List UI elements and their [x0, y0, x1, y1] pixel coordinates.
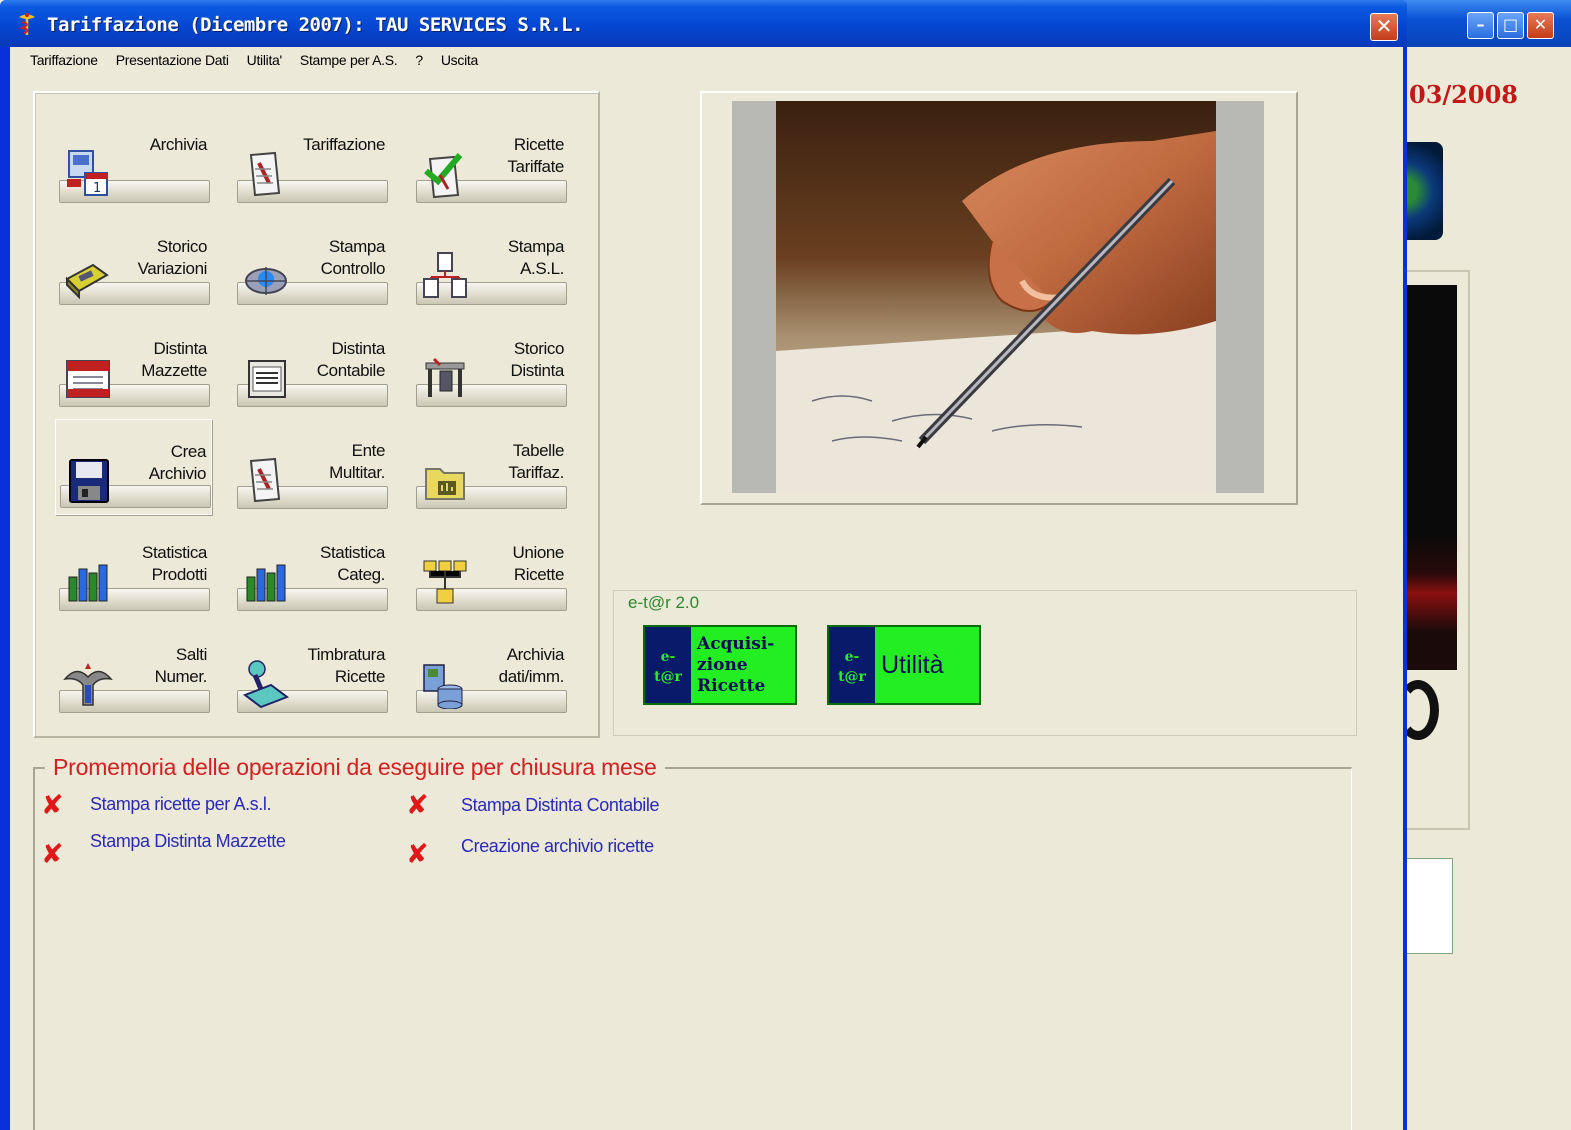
timbratura-ricette-label: Timbratura Ricette	[307, 645, 385, 686]
storico-distinta-button[interactable]: Storico Distinta	[412, 317, 569, 413]
archivia-button[interactable]: 1 Archivia	[55, 113, 212, 209]
window-title: Tariffazione (Dicembre 2007): TAU SERVIC…	[47, 14, 584, 36]
reminder-title: Promemoria delle operazioni da eseguire …	[45, 754, 665, 781]
storico-variazioni-label: Storico Variazioni	[137, 237, 208, 278]
unione-ricette-label: Unione Ricette	[512, 543, 565, 584]
titlebar[interactable]: Tariffazione (Dicembre 2007): TAU SERVIC…	[0, 0, 1407, 47]
statistica-categ-label: Statistica Categ.	[320, 543, 385, 584]
task-creazione-archivio-ricette[interactable]: Creazione archivio ricette	[461, 836, 654, 857]
not-done-x-icon: ✘	[41, 790, 64, 821]
crea-archivio-label: Crea Archivio	[148, 442, 207, 483]
statistica-categ-button[interactable]: Statistica Categ.	[233, 521, 390, 617]
ricette-tariffate-label: Ricette Tariffate	[507, 135, 564, 176]
tariffazione-label: Tariffazione	[303, 135, 385, 154]
hand-writing-photo	[732, 101, 1264, 493]
not-done-x-icon: ✘	[41, 839, 64, 870]
background-date: 03/2008	[1409, 80, 1518, 109]
stampa-asl-label: Stampa A.S.L.	[507, 237, 565, 278]
etar-logo-icon: e- t@r	[829, 627, 875, 703]
menu-help[interactable]: ?	[406, 47, 432, 75]
acquisizione-ricette-label: Acquisi- zione Ricette	[697, 633, 775, 696]
stampa-asl-button[interactable]: Stampa A.S.L.	[412, 215, 569, 311]
ricette-tariffate-button[interactable]: Ricette Tariffate	[412, 113, 569, 209]
archivia-dati-imm-button[interactable]: Archivia dati/imm.	[412, 623, 569, 719]
menu-presentazione-dati[interactable]: Presentazione Dati	[107, 47, 238, 75]
distinta-mazzette-label: Distinta Mazzette	[141, 339, 207, 380]
statistica-prodotti-label: Statistica Prodotti	[142, 543, 207, 584]
menu-uscita[interactable]: Uscita	[432, 47, 487, 75]
task-stampa-distinta-mazzette[interactable]: Stampa Distinta Mazzette	[90, 831, 286, 852]
etar-utilita-label: Utilità	[881, 650, 944, 679]
tabelle-tariffaz-label: Tabelle Tariffaz.	[508, 441, 564, 482]
pen-document-icon	[241, 149, 291, 199]
unione-ricette-button[interactable]: Unione Ricette	[412, 521, 569, 617]
month-closing-reminder: Promemoria delle operazioni da eseguire …	[33, 754, 1352, 1130]
background-window-titlebar: – □ ✕	[1395, 0, 1571, 47]
photo-frame	[700, 91, 1298, 505]
etar-utilita-button[interactable]: e- t@r Utilità	[827, 625, 981, 705]
ente-multitar-label: Ente Multitar.	[329, 441, 385, 482]
archivia-dati-imm-label: Archivia dati/imm.	[498, 645, 565, 686]
tabelle-tariffaz-button[interactable]: Tabelle Tariffaz.	[412, 419, 569, 515]
distinta-contabile-button[interactable]: Distinta Contabile	[233, 317, 390, 413]
etar-logo-icon: e- t@r	[645, 627, 691, 703]
task-stampa-ricette-asl[interactable]: Stampa ricette per A.s.l.	[90, 794, 271, 815]
minimize-button[interactable]: –	[1467, 12, 1494, 39]
salti-numer-label: Salti Numer.	[154, 645, 208, 686]
not-done-x-icon: ✘	[406, 790, 429, 821]
stampa-controllo-button[interactable]: Stampa Controllo	[233, 215, 390, 311]
ente-multitar-button[interactable]: Ente Multitar.	[233, 419, 390, 515]
etar-group: e-t@r 2.0 e- t@r Acquisi- zione Ricette …	[613, 590, 1357, 736]
timbratura-ricette-button[interactable]: Timbratura Ricette	[233, 623, 390, 719]
storico-variazioni-button[interactable]: Storico Variazioni	[55, 215, 212, 311]
menu-tariffazione[interactable]: Tariffazione	[21, 47, 107, 75]
etar-group-title: e-t@r 2.0	[628, 593, 700, 612]
tariffazione-button[interactable]: Tariffazione	[233, 113, 390, 209]
task-stampa-distinta-contabile[interactable]: Stampa Distinta Contabile	[461, 795, 660, 816]
function-buttons-panel: 1 Archivia Tariffazione Ricette Tariffat…	[33, 91, 600, 738]
background-close-button[interactable]: ✕	[1527, 12, 1554, 39]
acquisizione-ricette-button[interactable]: e- t@r Acquisi- zione Ricette	[643, 625, 797, 705]
statistica-prodotti-button[interactable]: Statistica Prodotti	[55, 521, 212, 617]
menubar: Tariffazione Presentazione Dati Utilita'…	[10, 47, 1403, 75]
crea-archivio-button[interactable]: Crea Archivio	[55, 419, 212, 515]
background-window: – □ ✕ 03/2008	[1395, 0, 1571, 1130]
stampa-controllo-label: Stampa Controllo	[320, 237, 386, 278]
svg-text:1: 1	[93, 181, 101, 196]
calendar-archive-icon: 1	[63, 149, 113, 199]
window-client-area: Tariffazione Presentazione Dati Utilita'…	[10, 47, 1403, 1130]
archivia-label: Archivia	[149, 135, 208, 154]
close-button[interactable]: ✕	[1370, 13, 1398, 41]
menu-stampe-per-as[interactable]: Stampe per A.S.	[291, 47, 406, 75]
distinta-contabile-label: Distinta Contabile	[316, 339, 386, 380]
distinta-mazzette-button[interactable]: Distinta Mazzette	[55, 317, 212, 413]
maximize-button[interactable]: □	[1497, 12, 1524, 39]
salti-numer-button[interactable]: Salti Numer.	[55, 623, 212, 719]
menu-utilita[interactable]: Utilita'	[238, 47, 291, 75]
main-window: Tariffazione (Dicembre 2007): TAU SERVIC…	[0, 0, 1407, 1130]
not-done-x-icon: ✘	[406, 839, 429, 870]
storico-distinta-label: Storico Distinta	[510, 339, 565, 380]
app-caduceus-icon	[16, 12, 38, 41]
